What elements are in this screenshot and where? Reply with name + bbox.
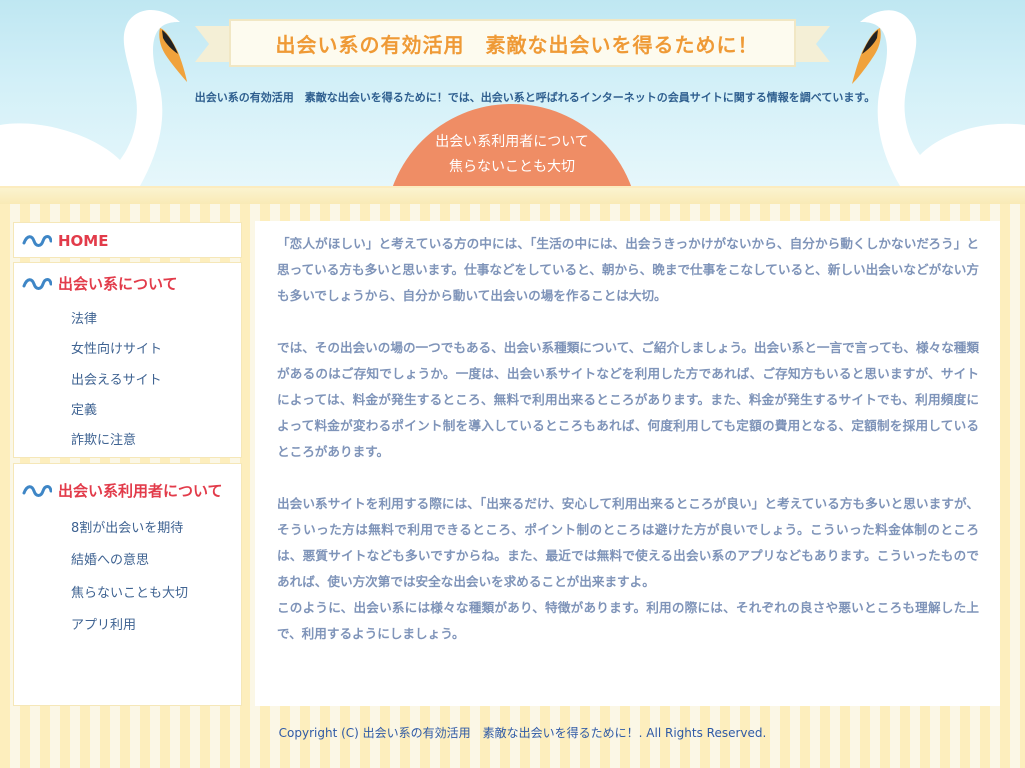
sidebar-about-box: 出会い系について 法律 女性向けサイト 出会えるサイト 定義 詐欺に注意: [13, 262, 242, 458]
wave-icon: [22, 484, 52, 497]
sidebar-item-law[interactable]: 法律: [71, 308, 97, 327]
sidebar-home-box: HOME: [13, 222, 242, 258]
header-divider: [0, 186, 1025, 204]
sidebar-home-label: HOME: [58, 232, 109, 250]
page-category: 出会い系利用者について: [435, 134, 589, 150]
site-tagline: 出会い系の有効活用 素敵な出会いを得るために！では、出会い系と呼ばれるインターネ…: [194, 91, 876, 104]
page-title: 焦らないことも大切: [449, 159, 575, 175]
sidebar-item-expectation[interactable]: 8割が出会いを期待: [71, 517, 183, 536]
content-paragraph: では、その出会いの場の一つでもある、出会い系種類について、ご紹介しましょう。出会…: [277, 340, 979, 459]
sidebar-heading-label: 出会い系利用者について: [58, 482, 223, 500]
sidebar-item-home[interactable]: HOME: [22, 232, 108, 250]
sidebar-heading-users[interactable]: 出会い系利用者について: [22, 480, 223, 501]
sidebar-heading-label: 出会い系について: [58, 275, 178, 293]
sidebar-users-box: 出会い系利用者について 8割が出会いを期待 結婚への意思 焦らないことも大切 ア…: [13, 463, 242, 706]
wave-icon: [22, 277, 52, 290]
sidebar-item-definition[interactable]: 定義: [71, 399, 97, 418]
site-header: 出会い系の有効活用 素敵な出会いを得るために！ 出会い系の有効活用 素敵な出会い…: [0, 0, 1025, 186]
content-paragraph: 「恋人がほしい」と考えている方の中には、「生活の中には、出会うきっかけがないから…: [277, 236, 979, 303]
sidebar-item-app-usage[interactable]: アプリ利用: [71, 614, 136, 633]
sidebar-item-fraud-warning[interactable]: 詐欺に注意: [71, 429, 136, 448]
sidebar-item-meetable-sites[interactable]: 出会えるサイト: [71, 369, 162, 388]
sidebar-item-marriage[interactable]: 結婚への意思: [71, 549, 149, 568]
content-paragraph: このように、出会い系には様々な種類があり、特徴があります。利用の際には、それぞれ…: [277, 600, 979, 641]
sidebar-item-women-sites[interactable]: 女性向けサイト: [71, 338, 162, 357]
sidebar-item-dont-rush[interactable]: 焦らないことも大切: [71, 582, 188, 601]
content-paragraph: 出会い系サイトを利用する際には、「出来るだけ、安心して利用出来るところが良い」と…: [277, 496, 979, 589]
copyright-footer: Copyright (C) 出会い系の有効活用 素敵な出会いを得るために！. A…: [278, 726, 767, 740]
sidebar-heading-about[interactable]: 出会い系について: [22, 273, 178, 294]
site-title: 出会い系の有効活用 素敵な出会いを得るために！: [275, 33, 759, 57]
wave-icon: [22, 235, 52, 247]
main-content: 「恋人がほしい」と考えている方の中には、「生活の中には、出会うきっかけがないから…: [255, 221, 1000, 706]
